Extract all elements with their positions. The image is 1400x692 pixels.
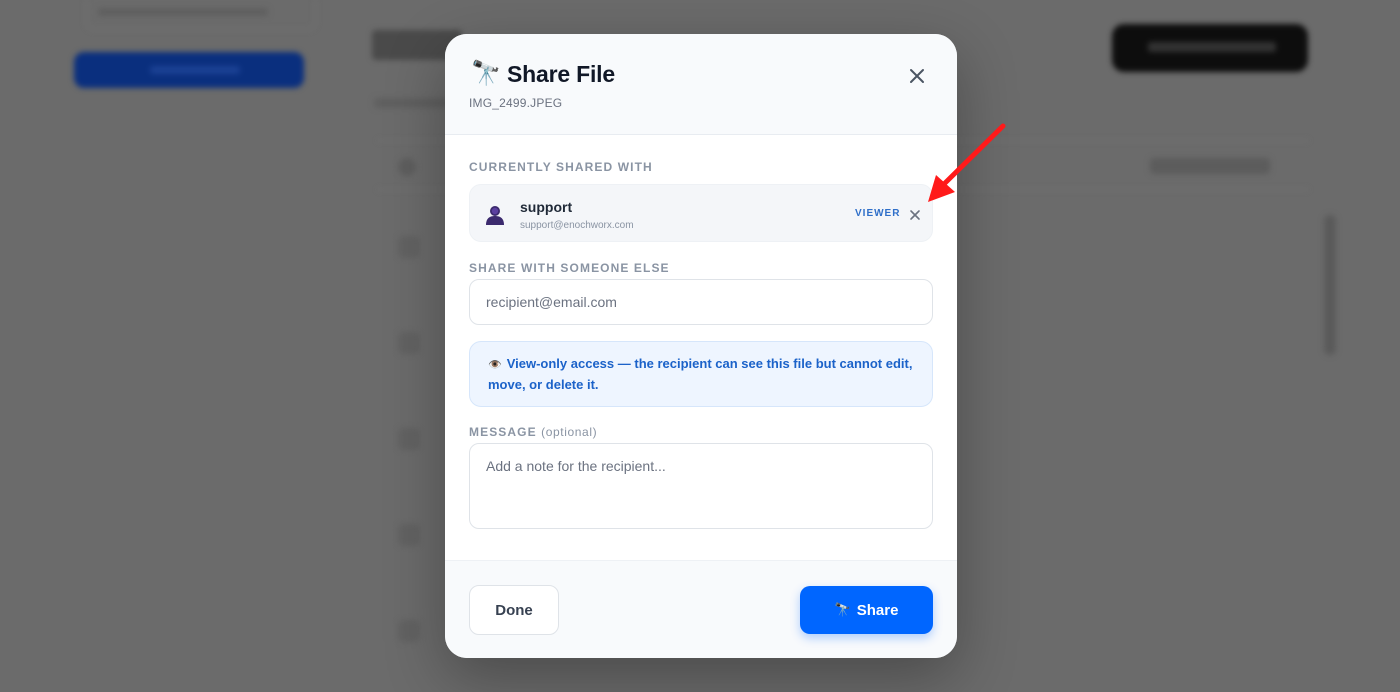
done-button[interactable]: Done (469, 585, 559, 635)
role-badge[interactable]: VIEWER (855, 208, 900, 219)
user-icon (486, 206, 504, 225)
share-file-dialog: 🔭 Share File IMG_2499.JPEG CURRENTLY SHA… (445, 34, 957, 658)
eye-icon: 👁️ (488, 359, 502, 371)
background-scrollbar (1324, 215, 1336, 355)
share-with-label: SHARE WITH SOMEONE ELSE (469, 261, 670, 275)
background-sort-control (1150, 158, 1270, 174)
optional-label: (optional) (541, 425, 598, 439)
view-only-notice-text: View-only access — the recipient can see… (488, 356, 913, 392)
background-row-icon (398, 236, 420, 258)
view-only-notice: 👁️ View-only access — the recipient can s… (469, 341, 933, 407)
message-textarea[interactable] (469, 443, 933, 529)
dialog-header: 🔭 Share File IMG_2499.JPEG (445, 34, 957, 135)
shared-user-email: support@enochworx.com (520, 220, 634, 231)
background-subtitle (374, 98, 454, 108)
dialog-title: Share File (507, 60, 615, 87)
telescope-icon: 🔭 (834, 602, 851, 617)
background-toolbar-icon (398, 158, 416, 176)
background-search-text (98, 8, 268, 16)
close-button[interactable] (902, 61, 932, 91)
recipient-email-input[interactable] (469, 279, 933, 325)
shared-user-name: support (520, 199, 573, 215)
file-name: IMG_2499.JPEG (469, 96, 563, 110)
background-row-icon (398, 620, 420, 642)
background-row-icon (398, 428, 420, 450)
background-action-button-text (1148, 42, 1276, 52)
share-button-label: Share (856, 601, 899, 619)
dialog-footer: Done 🔭 Share (445, 560, 957, 658)
shared-user-row: support support@enochworx.com VIEWER (469, 184, 933, 242)
close-icon (910, 69, 924, 83)
dialog-title-row: 🔭 Share File (471, 60, 615, 88)
message-label: MESSAGE (optional) (469, 425, 598, 439)
share-button[interactable]: 🔭 Share (800, 586, 933, 634)
background-row-icon (398, 524, 420, 546)
background-row-icon (398, 332, 420, 354)
currently-shared-label: CURRENTLY SHARED WITH (469, 160, 653, 174)
annotation-arrow-icon (928, 123, 1006, 202)
background-primary-button-text (150, 66, 240, 74)
telescope-icon: 🔭 (471, 60, 501, 87)
